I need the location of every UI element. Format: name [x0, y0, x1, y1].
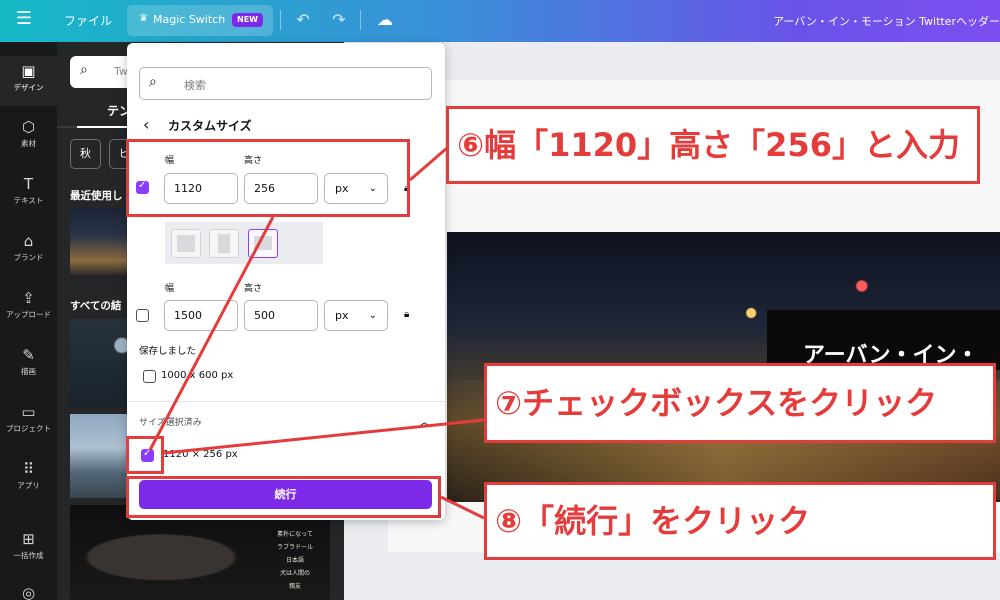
rail-label: アップロード — [6, 310, 51, 319]
width-label: 幅 — [165, 284, 175, 294]
search-placeholder: 検索 — [184, 79, 206, 92]
callout-step6: ⑥幅「1120」高さ「256」と入力 — [446, 106, 980, 184]
search-icon: ⌕ — [80, 62, 88, 78]
rail-item-text[interactable]: T テキスト — [0, 169, 57, 219]
rail-item-draw[interactable]: ✎ 描画 — [0, 340, 57, 390]
draw-icon: ✎ — [22, 346, 35, 364]
rail-item-elements[interactable]: ⬡ 素材 — [0, 112, 57, 162]
highlight-continue — [126, 476, 441, 518]
folder-icon: ▭ — [21, 403, 36, 421]
rail-label: 一括作成 — [13, 551, 44, 560]
custom-size-heading: カスタムサイズ — [168, 119, 252, 133]
crown-icon: ♛ — [139, 13, 148, 24]
thumbnail-text: 素朴になって ラブラドール 日本語 犬は人間の 親友 — [265, 525, 325, 595]
rail-item-more[interactable]: ◎ — [0, 578, 57, 600]
layout-option[interactable] — [171, 229, 201, 258]
original-unit-select[interactable]: px ⌄ — [324, 300, 388, 331]
rail-item-design[interactable]: ▣ デザイン — [0, 56, 57, 106]
rail-item-brand[interactable]: ⌂ ブランド — [0, 226, 57, 276]
undo-icon[interactable]: ↶ — [292, 9, 314, 31]
divider — [280, 10, 281, 30]
search-icon: ⌕ — [149, 74, 157, 90]
top-bar: ☰ ファイル ♛ Magic Switch NEW ↶ ↷ ☁ アーバン・イン・… — [0, 0, 1000, 42]
resize-popup: ⌕ 検索 ‹ カスタムサイズ 幅 高さ 1120 256 px ⌄ 🔒︎ 幅 高… — [127, 43, 445, 520]
rail-item-upload[interactable]: ⇪ アップロード — [0, 283, 57, 333]
callout-step7: ⑦チェックボックスをクリック — [484, 363, 996, 443]
highlight-checkbox — [126, 436, 164, 474]
thumb-line: ラブラドール — [276, 544, 313, 551]
layout-icon: ▣ — [21, 62, 36, 80]
back-chevron-icon[interactable]: ‹ — [143, 115, 149, 134]
saved-size-checkbox[interactable] — [143, 370, 156, 383]
size-search-input[interactable]: ⌕ 検索 — [139, 67, 432, 100]
all-results-label: すべての結 — [70, 300, 122, 312]
document-title[interactable]: アーバン・イン・モーション Twitterヘッダー — [773, 13, 1000, 29]
chevron-down-icon: ⌄ — [368, 310, 377, 321]
layout-option[interactable] — [209, 229, 239, 258]
recent-label: 最近使用し — [70, 190, 123, 202]
original-height-input[interactable]: 500 — [244, 300, 318, 331]
shapes-icon: ⬡ — [21, 118, 36, 136]
divider — [360, 10, 361, 30]
divider — [127, 401, 445, 402]
apps-icon: ⠿ — [23, 460, 34, 478]
bulk-create-icon: ⊞ — [22, 530, 35, 548]
height-label: 高さ — [244, 284, 263, 294]
rail-label: テキスト — [13, 196, 44, 205]
original-width-input[interactable]: 1500 — [164, 300, 238, 331]
saved-size-item[interactable]: 1000 x 600 px — [161, 370, 233, 381]
selected-size-item: 1120 × 256 px — [163, 449, 238, 460]
thumb-line: 素朴になって — [277, 531, 313, 538]
unit-value: px — [335, 309, 349, 322]
lock-icon[interactable]: 🔒︎ — [404, 309, 409, 320]
new-badge: NEW — [232, 13, 263, 27]
callout-step8: ⑧「続行」をクリック — [484, 482, 996, 560]
original-size-checkbox[interactable] — [136, 309, 149, 322]
highlight-size-inputs — [126, 139, 410, 217]
rail-item-projects[interactable]: ▭ プロジェクト — [0, 397, 57, 447]
layout-options — [165, 222, 323, 264]
filter-chip[interactable]: 秋 — [70, 139, 101, 169]
file-menu[interactable]: ファイル — [64, 12, 112, 29]
brand-logo-icon: ◎ — [21, 584, 36, 600]
rail-item-bulk-create[interactable]: ⊞ 一括作成 — [0, 524, 57, 574]
magic-switch-button[interactable]: ♛ Magic Switch NEW — [127, 5, 273, 36]
rail-label: デザイン — [13, 83, 44, 92]
redo-icon[interactable]: ↷ — [328, 9, 350, 31]
selected-sizes-label: サイズ選択済み — [139, 418, 202, 428]
menu-icon[interactable]: ☰ — [14, 9, 34, 29]
left-rail: ▣ デザイン ⬡ 素材 T テキスト ⌂ ブランド ⇪ アップロード ✎ 描画 … — [0, 42, 57, 600]
brand-icon: ⌂ — [23, 232, 34, 250]
rail-label: 素材 — [21, 139, 36, 148]
rail-item-apps[interactable]: ⠿ アプリ — [0, 454, 57, 504]
rail-label: 描画 — [21, 367, 36, 376]
cloud-save-icon[interactable]: ☁ — [374, 9, 396, 31]
layout-option-selected[interactable] — [248, 229, 278, 258]
thumb-line: 犬は人間の — [279, 570, 310, 577]
chevron-up-icon[interactable]: ︿ — [418, 411, 431, 430]
rail-label: アプリ — [17, 481, 40, 490]
thumb-line: 親友 — [288, 583, 301, 590]
thumb-line: 日本語 — [285, 557, 304, 564]
rail-label: ブランド — [13, 253, 44, 262]
upload-icon: ⇪ — [22, 289, 35, 307]
saved-label: 保存しました — [139, 346, 197, 357]
magic-switch-label: Magic Switch — [153, 13, 226, 26]
rail-label: プロジェクト — [6, 424, 51, 433]
text-icon: T — [23, 175, 34, 193]
